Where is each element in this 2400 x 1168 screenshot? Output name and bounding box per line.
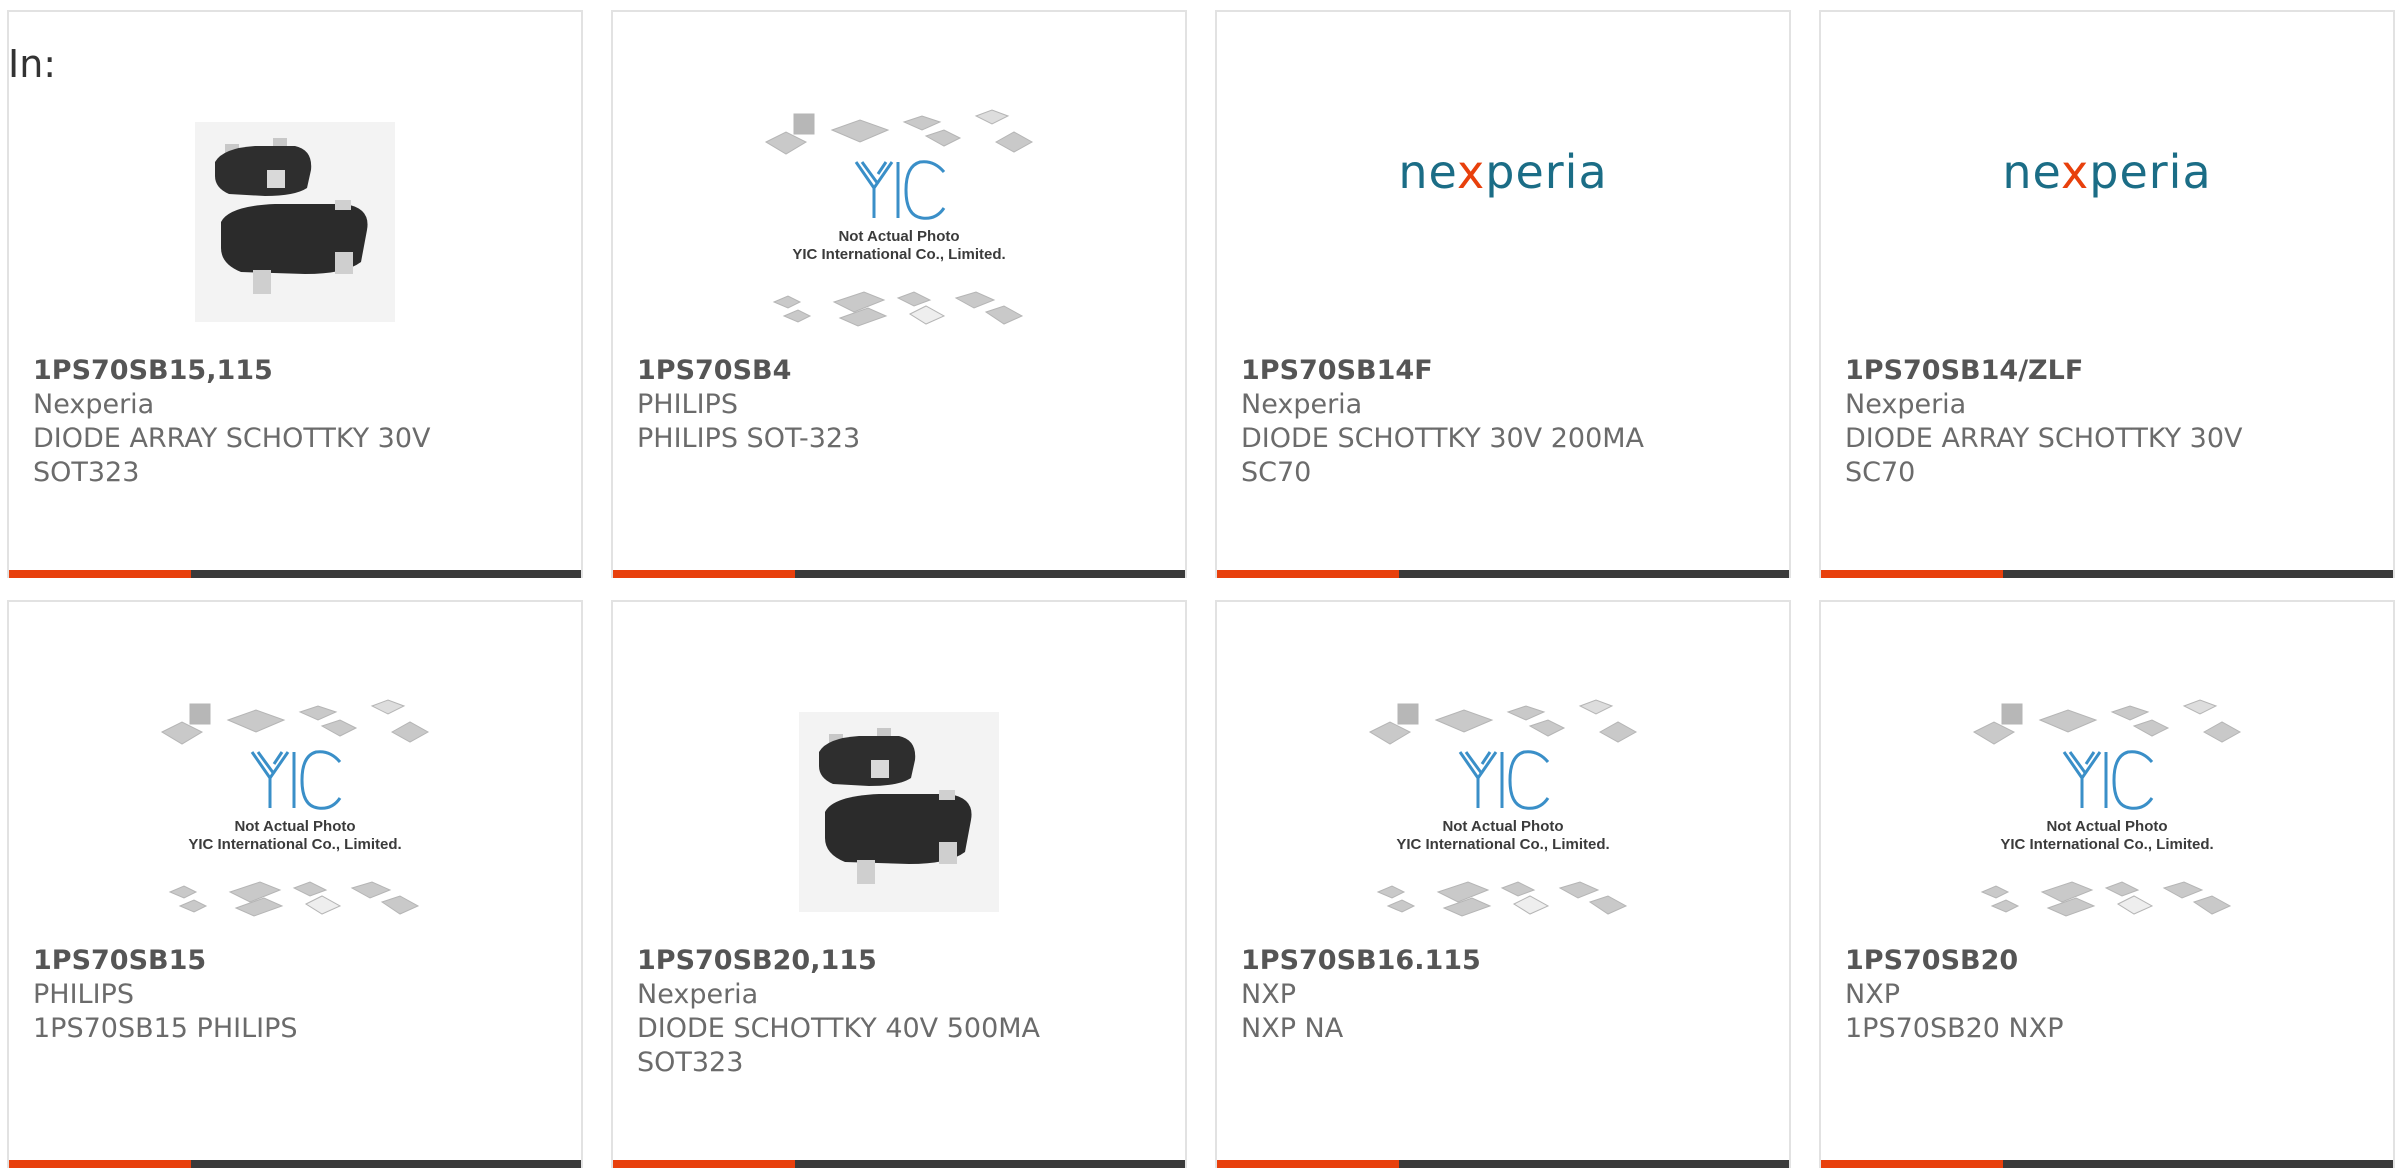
manufacturer: NXP xyxy=(1241,979,1296,1010)
part-number[interactable]: 1PS70SB4 xyxy=(637,354,1161,388)
card-bottom-bar xyxy=(1217,570,1789,578)
diode-photo-icon xyxy=(799,712,999,912)
product-image[interactable]: Not Actual Photo YIC International Co., … xyxy=(9,672,581,952)
placeholder-line-1: Not Actual Photo xyxy=(234,818,356,835)
product-info: 1PS70SB4 PHILIPS PHILIPS SOT-323 xyxy=(637,354,1161,456)
placeholder-caption: Not Actual Photo YIC International Co., … xyxy=(764,228,1034,264)
product-card[interactable]: 1PS70SB20,115 Nexperia DIODE SCHOTTKY 40… xyxy=(611,600,1187,1168)
product-info: 1PS70SB20 NXP 1PS70SB20 NXP xyxy=(1845,944,2369,1046)
part-number[interactable]: 1PS70SB20 xyxy=(1845,944,2369,978)
placeholder-caption: Not Actual Photo YIC International Co., … xyxy=(160,818,430,854)
description: PHILIPS SOT-323 xyxy=(637,423,861,454)
product-image[interactable]: nexperia xyxy=(1821,42,2393,302)
logo-text-part: peria xyxy=(2089,145,2212,199)
logo-text-x: x xyxy=(1457,145,1486,199)
product-info: 1PS70SB15,115 Nexperia DIODE ARRAY SCHOT… xyxy=(33,354,557,490)
placeholder-caption: Not Actual Photo YIC International Co., … xyxy=(1368,818,1638,854)
card-bottom-bar xyxy=(613,570,1185,578)
part-number[interactable]: 1PS70SB14/ZLF xyxy=(1845,354,2369,388)
part-number[interactable]: 1PS70SB15 xyxy=(33,944,557,978)
product-grid: 1PS70SB15,115 Nexperia DIODE ARRAY SCHOT… xyxy=(0,0,2400,1168)
chip-packages-icon xyxy=(1972,699,2242,917)
description: DIODE ARRAY SCHOTTKY 30V SOT323 xyxy=(33,423,431,488)
manufacturer: Nexperia xyxy=(1241,389,1363,420)
nexperia-logo: nexperia xyxy=(2002,145,2211,199)
product-info: 1PS70SB14/ZLF Nexperia DIODE ARRAY SCHOT… xyxy=(1845,354,2369,490)
yic-placeholder-image: Not Actual Photo YIC International Co., … xyxy=(1368,692,1638,932)
chip-packages-icon xyxy=(1368,699,1638,917)
chip-packages-icon xyxy=(764,109,1034,327)
product-card[interactable]: Not Actual Photo YIC International Co., … xyxy=(1215,600,1791,1168)
product-card[interactable]: Not Actual Photo YIC International Co., … xyxy=(611,10,1187,578)
placeholder-caption: Not Actual Photo YIC International Co., … xyxy=(1972,818,2242,854)
placeholder-line-1: Not Actual Photo xyxy=(1442,818,1564,835)
manufacturer: Nexperia xyxy=(1845,389,1967,420)
description: DIODE SCHOTTKY 30V 200MA SC70 xyxy=(1241,423,1645,488)
yic-placeholder-image: Not Actual Photo YIC International Co., … xyxy=(1972,692,2242,932)
manufacturer: Nexperia xyxy=(637,979,759,1010)
placeholder-line-2: YIC International Co., Limited. xyxy=(2000,836,2214,853)
product-image[interactable]: nexperia xyxy=(1217,42,1789,302)
product-card[interactable]: nexperia 1PS70SB14/ZLF Nexperia DIODE AR… xyxy=(1819,10,2395,578)
filter-in-label: In: xyxy=(8,42,57,86)
placeholder-line-1: Not Actual Photo xyxy=(838,228,960,245)
placeholder-line-2: YIC International Co., Limited. xyxy=(1396,836,1610,853)
manufacturer: NXP xyxy=(1845,979,1900,1010)
card-bottom-bar xyxy=(9,570,581,578)
logo-text-part: ne xyxy=(1398,145,1458,199)
product-image[interactable] xyxy=(9,82,581,362)
diode-photo-icon xyxy=(195,122,395,322)
card-accent-bar xyxy=(613,570,795,578)
placeholder-line-2: YIC International Co., Limited. xyxy=(188,836,402,853)
part-number[interactable]: 1PS70SB20,115 xyxy=(637,944,1161,978)
placeholder-line-1: Not Actual Photo xyxy=(2046,818,2168,835)
description: 1PS70SB20 NXP xyxy=(1845,1013,2064,1044)
manufacturer: PHILIPS xyxy=(33,979,134,1010)
product-info: 1PS70SB15 PHILIPS 1PS70SB15 PHILIPS xyxy=(33,944,557,1046)
logo-text-x: x xyxy=(2061,145,2090,199)
card-bottom-bar xyxy=(1821,570,2393,578)
description: DIODE SCHOTTKY 40V 500MA SOT323 xyxy=(637,1013,1041,1078)
product-info: 1PS70SB20,115 Nexperia DIODE SCHOTTKY 40… xyxy=(637,944,1161,1080)
card-accent-bar xyxy=(1217,570,1399,578)
manufacturer: Nexperia xyxy=(33,389,155,420)
product-image[interactable]: Not Actual Photo YIC International Co., … xyxy=(1821,672,2393,952)
card-accent-bar xyxy=(1821,570,2003,578)
product-image[interactable] xyxy=(613,672,1185,952)
manufacturer: PHILIPS xyxy=(637,389,738,420)
part-number[interactable]: 1PS70SB16.115 xyxy=(1241,944,1765,978)
description: DIODE ARRAY SCHOTTKY 30V SC70 xyxy=(1845,423,2243,488)
product-card[interactable]: Not Actual Photo YIC International Co., … xyxy=(1819,600,2395,1168)
product-card[interactable]: nexperia 1PS70SB14F Nexperia DIODE SCHOT… xyxy=(1215,10,1791,578)
product-card[interactable]: Not Actual Photo YIC International Co., … xyxy=(7,600,583,1168)
product-image[interactable]: Not Actual Photo YIC International Co., … xyxy=(613,82,1185,362)
yic-placeholder-image: Not Actual Photo YIC International Co., … xyxy=(764,102,1034,342)
placeholder-line-2: YIC International Co., Limited. xyxy=(792,246,1006,263)
product-info: 1PS70SB14F Nexperia DIODE SCHOTTKY 30V 2… xyxy=(1241,354,1765,490)
product-info: 1PS70SB16.115 NXP NXP NA xyxy=(1241,944,1765,1046)
yic-placeholder-image: Not Actual Photo YIC International Co., … xyxy=(160,692,430,932)
product-card[interactable]: 1PS70SB15,115 Nexperia DIODE ARRAY SCHOT… xyxy=(7,10,583,578)
card-accent-bar xyxy=(9,570,191,578)
product-image[interactable]: Not Actual Photo YIC International Co., … xyxy=(1217,672,1789,952)
part-number[interactable]: 1PS70SB15,115 xyxy=(33,354,557,388)
logo-text-part: peria xyxy=(1485,145,1608,199)
part-number[interactable]: 1PS70SB14F xyxy=(1241,354,1765,388)
description: NXP NA xyxy=(1241,1013,1344,1044)
logo-text-part: ne xyxy=(2002,145,2062,199)
nexperia-logo: nexperia xyxy=(1398,145,1607,199)
description: 1PS70SB15 PHILIPS xyxy=(33,1013,298,1044)
chip-packages-icon xyxy=(160,699,430,917)
